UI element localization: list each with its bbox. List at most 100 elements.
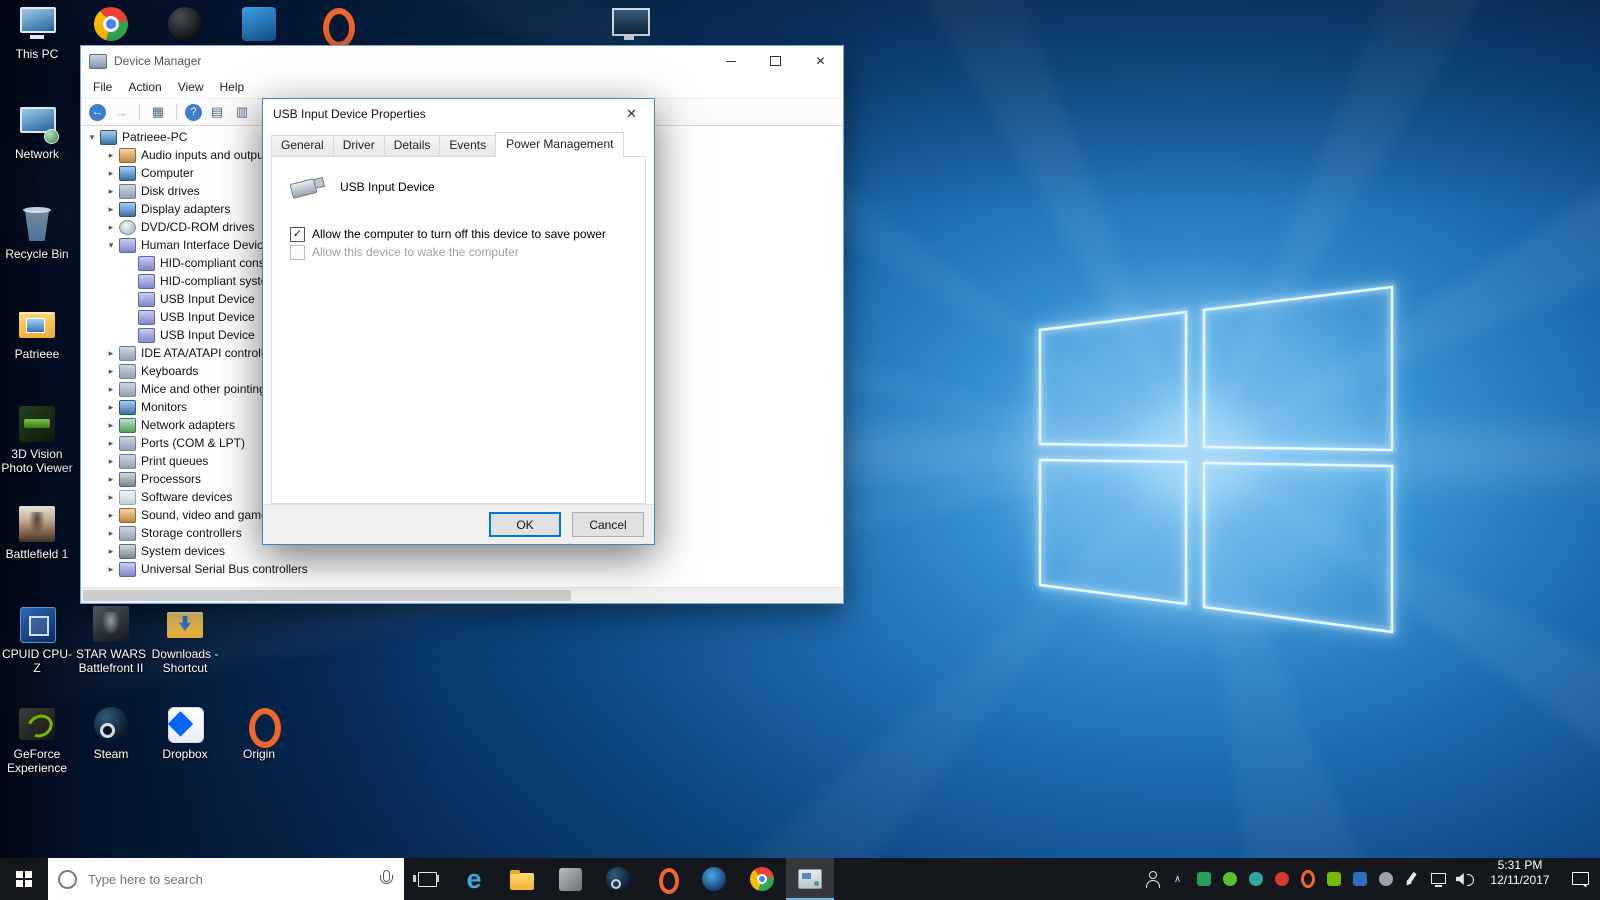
tab-events[interactable]: Events	[439, 135, 496, 157]
desktop-icon-star-wars-battlefront-ii[interactable]: STAR WARS Battlefront II	[74, 604, 148, 700]
tree-expander-icon[interactable]: ▸	[104, 384, 118, 395]
checkbox-box	[290, 245, 305, 260]
chrome-icon	[87, 4, 135, 44]
tree-expander-icon[interactable]: ▸	[104, 222, 118, 233]
start-button[interactable]	[0, 858, 48, 900]
task-view-button[interactable]	[404, 858, 450, 900]
allow-turn-off-checkbox[interactable]: ✓ Allow the computer to turn off this de…	[290, 227, 606, 242]
desktop-icon-downloads-shortcut[interactable]: Downloads - Shortcut	[148, 604, 222, 700]
scrollbar-thumb[interactable]	[83, 590, 571, 601]
tray-green-circle-icon[interactable]	[1217, 858, 1242, 900]
tree-item-label: USB Input Device	[160, 292, 261, 306]
hidden-icons-chevron[interactable]: ∧	[1165, 858, 1190, 900]
desktop-icon-this-pc[interactable]: This PC	[0, 4, 74, 100]
windows-ink-pen-icon[interactable]	[1399, 858, 1424, 900]
tray-gray-icon[interactable]	[1373, 858, 1398, 900]
people-icon[interactable]	[1139, 858, 1164, 900]
tree-expander-icon[interactable]: ▸	[104, 492, 118, 503]
desktop-icon-cpuid-cpu-z[interactable]: CPUID CPU-Z	[0, 604, 74, 700]
tree-expander-icon[interactable]: ▸	[104, 204, 118, 215]
desktop-icon-network[interactable]: Network	[0, 104, 74, 200]
tree-expander-icon[interactable]: ▸	[104, 546, 118, 557]
menu-action[interactable]: Action	[120, 78, 169, 96]
tree-expander-icon[interactable]: ▸	[104, 474, 118, 485]
desktop-icon-label: Origin	[222, 747, 296, 761]
desktop-icon-recycle-bin[interactable]: Recycle Bin	[0, 204, 74, 300]
clock-time: 5:31 PM	[1482, 858, 1558, 873]
taskbar-app-edge[interactable]: e	[450, 858, 498, 900]
tree-item[interactable]: ▸ Universal Serial Bus controllers	[81, 560, 843, 578]
taskbar-app-steam[interactable]	[594, 858, 642, 900]
taskbar-search[interactable]	[48, 858, 404, 900]
desktop-icon-origin[interactable]: Origin	[222, 704, 296, 800]
desktop-icon-geforce-experience[interactable]: GeForce Experience	[0, 704, 74, 800]
maximize-button[interactable]	[753, 46, 798, 76]
menu-help[interactable]: Help	[212, 78, 253, 96]
tree-expander-icon[interactable]: ▸	[104, 456, 118, 467]
forward-icon[interactable]: →	[111, 102, 131, 122]
dialog-titlebar[interactable]: USB Input Device Properties ✕	[263, 99, 654, 129]
action-center-button[interactable]	[1560, 858, 1600, 900]
tab-details[interactable]: Details	[384, 135, 441, 157]
desktop-icon-patrieee[interactable]: Patrieee	[0, 304, 74, 400]
ok-button[interactable]: OK	[489, 512, 561, 537]
menu-file[interactable]: File	[85, 78, 120, 96]
tree-expander-icon[interactable]: ▸	[104, 168, 118, 179]
network-icon[interactable]	[1425, 858, 1450, 900]
desktop-icon-dropbox[interactable]: Dropbox	[148, 704, 222, 800]
console-tree-icon[interactable]: ▦	[148, 102, 168, 122]
tree-expander-icon[interactable]: ▸	[104, 366, 118, 377]
tray-blue-icon[interactable]	[1347, 858, 1372, 900]
taskbar-clock[interactable]: 5:31 PM 12/11/2017	[1480, 858, 1560, 900]
tray-nvidia-icon[interactable]	[1321, 858, 1346, 900]
tray-origin-icon[interactable]	[1295, 858, 1320, 900]
tab-driver[interactable]: Driver	[333, 135, 385, 157]
tree-expander-icon[interactable]: ▸	[104, 528, 118, 539]
tree-expander-icon[interactable]: ▸	[104, 510, 118, 521]
steam-icon	[606, 867, 630, 891]
tray-red-icon[interactable]	[1269, 858, 1294, 900]
properties-icon[interactable]: ▤	[207, 102, 227, 122]
tree-expander-icon[interactable]: ▸	[104, 564, 118, 575]
tree-expander-icon[interactable]: ▸	[104, 348, 118, 359]
taskbar-app-chrome[interactable]	[738, 858, 786, 900]
origin-icon	[309, 4, 357, 44]
cancel-button[interactable]: Cancel	[572, 512, 644, 537]
checkbox-box[interactable]: ✓	[290, 227, 305, 242]
back-icon[interactable]: ←	[89, 104, 106, 121]
taskbar-app-device-manager[interactable]	[786, 858, 834, 900]
tree-expander-icon[interactable]: ▸	[104, 402, 118, 413]
minimize-button[interactable]	[708, 46, 753, 76]
taskbar-app-game[interactable]	[546, 858, 594, 900]
desktop-icon-battlefield-1[interactable]: Battlefield 1	[0, 504, 74, 600]
taskbar-app-origin[interactable]	[642, 858, 690, 900]
desktop-icon-steam[interactable]: Steam	[74, 704, 148, 800]
desktop-icon-3d-vision-photo-viewer[interactable]: 3D Vision Photo Viewer	[0, 404, 74, 500]
search-input[interactable]	[86, 871, 369, 888]
tree-expander-icon[interactable]: ▾	[104, 240, 118, 251]
tab-power-management[interactable]: Power Management	[495, 132, 624, 158]
tree-expander-icon[interactable]: ▸	[104, 438, 118, 449]
menu-view[interactable]: View	[170, 78, 212, 96]
close-button[interactable]: ✕	[798, 46, 843, 76]
tree-expander-icon[interactable]: ▸	[104, 150, 118, 161]
sound-device-icon	[119, 508, 136, 523]
window-titlebar[interactable]: Device Manager ✕	[81, 46, 843, 76]
volume-icon[interactable]	[1451, 858, 1476, 900]
tree-item-label: Universal Serial Bus controllers	[141, 562, 314, 576]
tree-expander-icon[interactable]: ▾	[85, 132, 99, 143]
scan-hardware-icon[interactable]: ▥	[232, 102, 252, 122]
tree-expander-icon[interactable]: ▸	[104, 186, 118, 197]
tab-general[interactable]: General	[271, 135, 334, 157]
dialog-close-button[interactable]: ✕	[609, 99, 654, 129]
horizontal-scrollbar[interactable]	[81, 587, 843, 603]
tree-expander-icon[interactable]: ▸	[104, 420, 118, 431]
help-icon[interactable]: ?	[185, 104, 202, 121]
tray-teal-icon[interactable]	[1243, 858, 1268, 900]
tray-green-square-icon[interactable]	[1191, 858, 1216, 900]
blue-app-icon	[235, 4, 283, 44]
taskbar-app-battle-net[interactable]	[690, 858, 738, 900]
tree-item-label: DVD/CD-ROM drives	[141, 220, 260, 234]
taskbar-app-file-explorer[interactable]	[498, 858, 546, 900]
microphone-icon[interactable]	[378, 869, 394, 889]
